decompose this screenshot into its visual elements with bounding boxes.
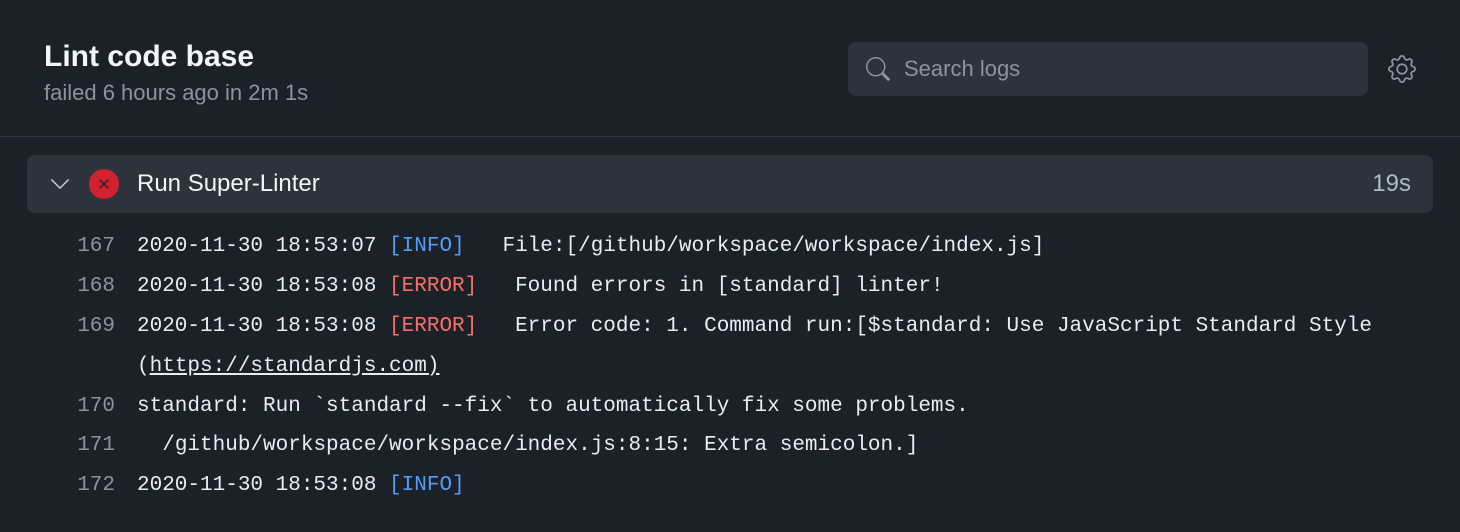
line-content: 2020-11-30 18:53:07 [INFO] File:[/github… bbox=[137, 227, 1433, 267]
chevron-down-icon[interactable] bbox=[49, 173, 71, 195]
log-line: 170standard: Run `standard --fix` to aut… bbox=[27, 387, 1433, 427]
header-left: Lint code base failed 6 hours ago in 2m … bbox=[44, 40, 308, 106]
line-content: 2020-11-30 18:53:08 [ERROR] Error code: … bbox=[137, 307, 1433, 387]
line-number: 172 bbox=[27, 466, 137, 506]
step-duration: 19s bbox=[1372, 170, 1411, 198]
search-icon bbox=[866, 57, 890, 81]
log-line: 1692020-11-30 18:53:08 [ERROR] Error cod… bbox=[27, 307, 1433, 387]
header-right bbox=[848, 42, 1416, 96]
settings-button[interactable] bbox=[1388, 55, 1416, 83]
fail-icon bbox=[89, 169, 119, 199]
line-content: /github/workspace/workspace/index.js:8:1… bbox=[137, 426, 1433, 466]
log-level: [INFO] bbox=[389, 235, 465, 258]
line-number: 168 bbox=[27, 267, 137, 307]
line-content: 2020-11-30 18:53:08 [INFO] bbox=[137, 466, 1433, 506]
line-content: standard: Run `standard --fix` to automa… bbox=[137, 387, 1433, 427]
log-line: 1672020-11-30 18:53:07 [INFO] File:[/git… bbox=[27, 227, 1433, 267]
line-content: 2020-11-30 18:53:08 [ERROR] Found errors… bbox=[137, 267, 1433, 307]
log-level: [ERROR] bbox=[389, 275, 477, 298]
line-number: 169 bbox=[27, 307, 137, 347]
search-box[interactable] bbox=[848, 42, 1368, 96]
line-number: 171 bbox=[27, 426, 137, 466]
log-level: [INFO] bbox=[389, 474, 465, 497]
line-number: 170 bbox=[27, 387, 137, 427]
header: Lint code base failed 6 hours ago in 2m … bbox=[0, 0, 1460, 137]
step-header[interactable]: Run Super-Linter 19s bbox=[27, 155, 1433, 213]
page-title: Lint code base bbox=[44, 40, 308, 74]
job-status-subtitle: failed 6 hours ago in 2m 1s bbox=[44, 80, 308, 106]
line-number: 167 bbox=[27, 227, 137, 267]
step-name: Run Super-Linter bbox=[137, 170, 1354, 198]
log-line: 171 /github/workspace/workspace/index.js… bbox=[27, 426, 1433, 466]
log-level: [ERROR] bbox=[389, 315, 477, 338]
search-input[interactable] bbox=[904, 56, 1350, 82]
log-line: 1682020-11-30 18:53:08 [ERROR] Found err… bbox=[27, 267, 1433, 307]
log-output: 1672020-11-30 18:53:07 [INFO] File:[/git… bbox=[0, 213, 1460, 506]
log-line: 1722020-11-30 18:53:08 [INFO] bbox=[27, 466, 1433, 506]
log-link[interactable]: https://standardjs.com) bbox=[150, 355, 440, 378]
